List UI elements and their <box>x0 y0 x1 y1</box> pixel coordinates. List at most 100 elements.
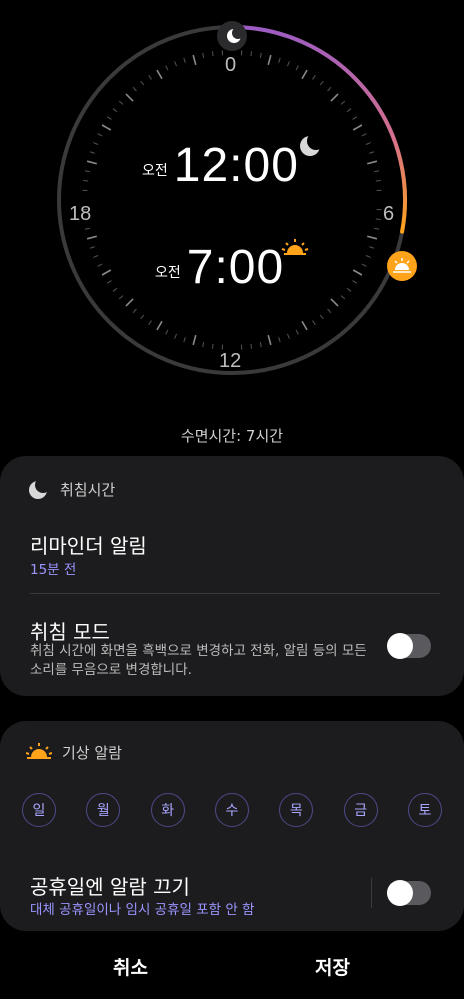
bedtime-section-title: 취침시간 <box>60 480 116 499</box>
wake-ampm: 오전 <box>155 265 181 281</box>
tick-mark <box>165 65 169 71</box>
vertical-divider <box>371 878 372 908</box>
day-fri[interactable]: 금 <box>343 793 378 827</box>
wake-handle <box>387 251 417 281</box>
holiday-off-title: 공휴일엔 알람 끄기 <box>30 875 190 899</box>
bedtime-ampm: 오전 <box>142 163 168 179</box>
sleep-duration: 수면시간: 7시간 <box>180 427 284 445</box>
reminder-title: 리마인더 알림 <box>30 534 147 558</box>
wake-sun-icon <box>281 239 309 255</box>
tick-mark <box>365 255 371 258</box>
tick-mark <box>118 100 124 105</box>
tick-mark <box>361 133 367 137</box>
tick-mark <box>93 142 99 145</box>
weekday-selector: 일 월 화 수 목 금 토 <box>22 793 442 827</box>
tick-mark <box>295 65 299 71</box>
tick-mark <box>101 124 112 131</box>
tick-mark <box>278 57 281 63</box>
tick-mark <box>346 108 352 113</box>
tick-mark <box>93 255 99 258</box>
tick-mark <box>312 320 316 325</box>
day-sun[interactable]: 일 <box>22 793 56 827</box>
sleep-mode-title: 취침 모드 <box>30 620 110 644</box>
tick-mark <box>211 51 214 57</box>
divider <box>30 593 440 594</box>
dial-number-18: 18 <box>69 203 92 225</box>
sleep-clock[interactable]: 0 6 12 18 오전 12:00 오전 7:00 <box>0 0 464 420</box>
day-wed[interactable]: 수 <box>214 793 249 827</box>
tick-mark <box>140 314 145 320</box>
tick-mark <box>84 170 90 173</box>
tick-mark <box>330 298 339 307</box>
day-sat[interactable]: 토 <box>407 793 442 827</box>
tick-mark <box>340 100 346 105</box>
tick-mark <box>97 263 103 267</box>
tick-mark <box>86 235 97 240</box>
tick-mark <box>365 142 371 145</box>
tick-mark <box>295 329 299 335</box>
clock-ticks <box>82 50 382 350</box>
tick-mark <box>148 320 152 325</box>
tick-mark <box>361 263 367 267</box>
sleep-mode-toggle[interactable] <box>387 633 431 659</box>
bedtime-time: 12:00 <box>173 139 299 192</box>
dial-number-0: 0 <box>225 54 237 76</box>
sleep-mode-description: 취침 시간에 화면을 흑백으로 변경하고 전화, 알림 등의 모든 소리를 무음… <box>30 643 367 678</box>
tick-mark <box>174 333 177 339</box>
day-thu[interactable]: 목 <box>279 793 314 827</box>
tick-mark <box>250 343 253 349</box>
tick-mark <box>301 320 308 331</box>
tick-mark <box>259 52 262 58</box>
bedtime-card: 취침시간 리마인더 알림 15분 전 취침 모드 취침 시간에 화면을 흑백으로… <box>0 456 464 696</box>
wake-time: 7:00 <box>186 241 285 294</box>
holiday-off-toggle[interactable] <box>387 880 431 906</box>
tick-mark <box>369 151 375 154</box>
tick-mark <box>174 61 177 67</box>
tick-mark <box>367 235 378 240</box>
bedtime-section-header: 취침시간 <box>28 478 115 500</box>
tick-mark <box>125 93 134 102</box>
tick-mark <box>369 246 375 249</box>
bedtime-display[interactable]: 오전 12:00 <box>142 142 299 190</box>
tick-mark <box>319 314 324 320</box>
tick-mark <box>278 337 281 343</box>
tick-mark <box>374 227 380 230</box>
tick-mark <box>84 227 90 230</box>
tick-mark <box>352 124 363 131</box>
tick-mark <box>118 295 124 300</box>
tick-mark <box>250 51 253 57</box>
tick-mark <box>125 298 134 307</box>
tick-mark <box>202 342 205 348</box>
tick-mark <box>112 108 118 113</box>
tick-mark <box>183 337 186 343</box>
tick-mark <box>86 160 97 165</box>
tick-mark <box>132 86 137 92</box>
tick-mark <box>375 179 381 182</box>
tick-mark <box>156 69 163 80</box>
tick-mark <box>107 280 112 284</box>
tick-mark <box>259 342 262 348</box>
tick-mark <box>89 246 95 249</box>
sun-icon <box>26 743 52 759</box>
day-mon[interactable]: 월 <box>86 793 121 827</box>
day-tue[interactable]: 화 <box>150 793 185 827</box>
dial-number-6: 6 <box>383 203 395 225</box>
tick-mark <box>352 280 357 284</box>
moon-icon <box>29 478 50 499</box>
tick-mark <box>327 308 332 314</box>
tick-mark <box>375 218 381 221</box>
save-button[interactable]: 저장 <box>315 953 350 980</box>
tick-mark <box>107 116 112 120</box>
cancel-button[interactable]: 취소 <box>113 953 148 980</box>
dial-number-12: 12 <box>219 350 242 372</box>
tick-mark <box>352 269 363 276</box>
tick-mark <box>367 160 378 165</box>
tick-mark <box>101 269 112 276</box>
bedtime-handle <box>217 21 247 51</box>
tick-mark <box>112 287 118 292</box>
tick-mark <box>312 75 316 80</box>
tick-mark <box>148 75 152 80</box>
wake-time-display[interactable]: 오전 7:00 <box>155 244 284 292</box>
tick-mark <box>330 93 339 102</box>
tick-mark <box>267 54 272 65</box>
